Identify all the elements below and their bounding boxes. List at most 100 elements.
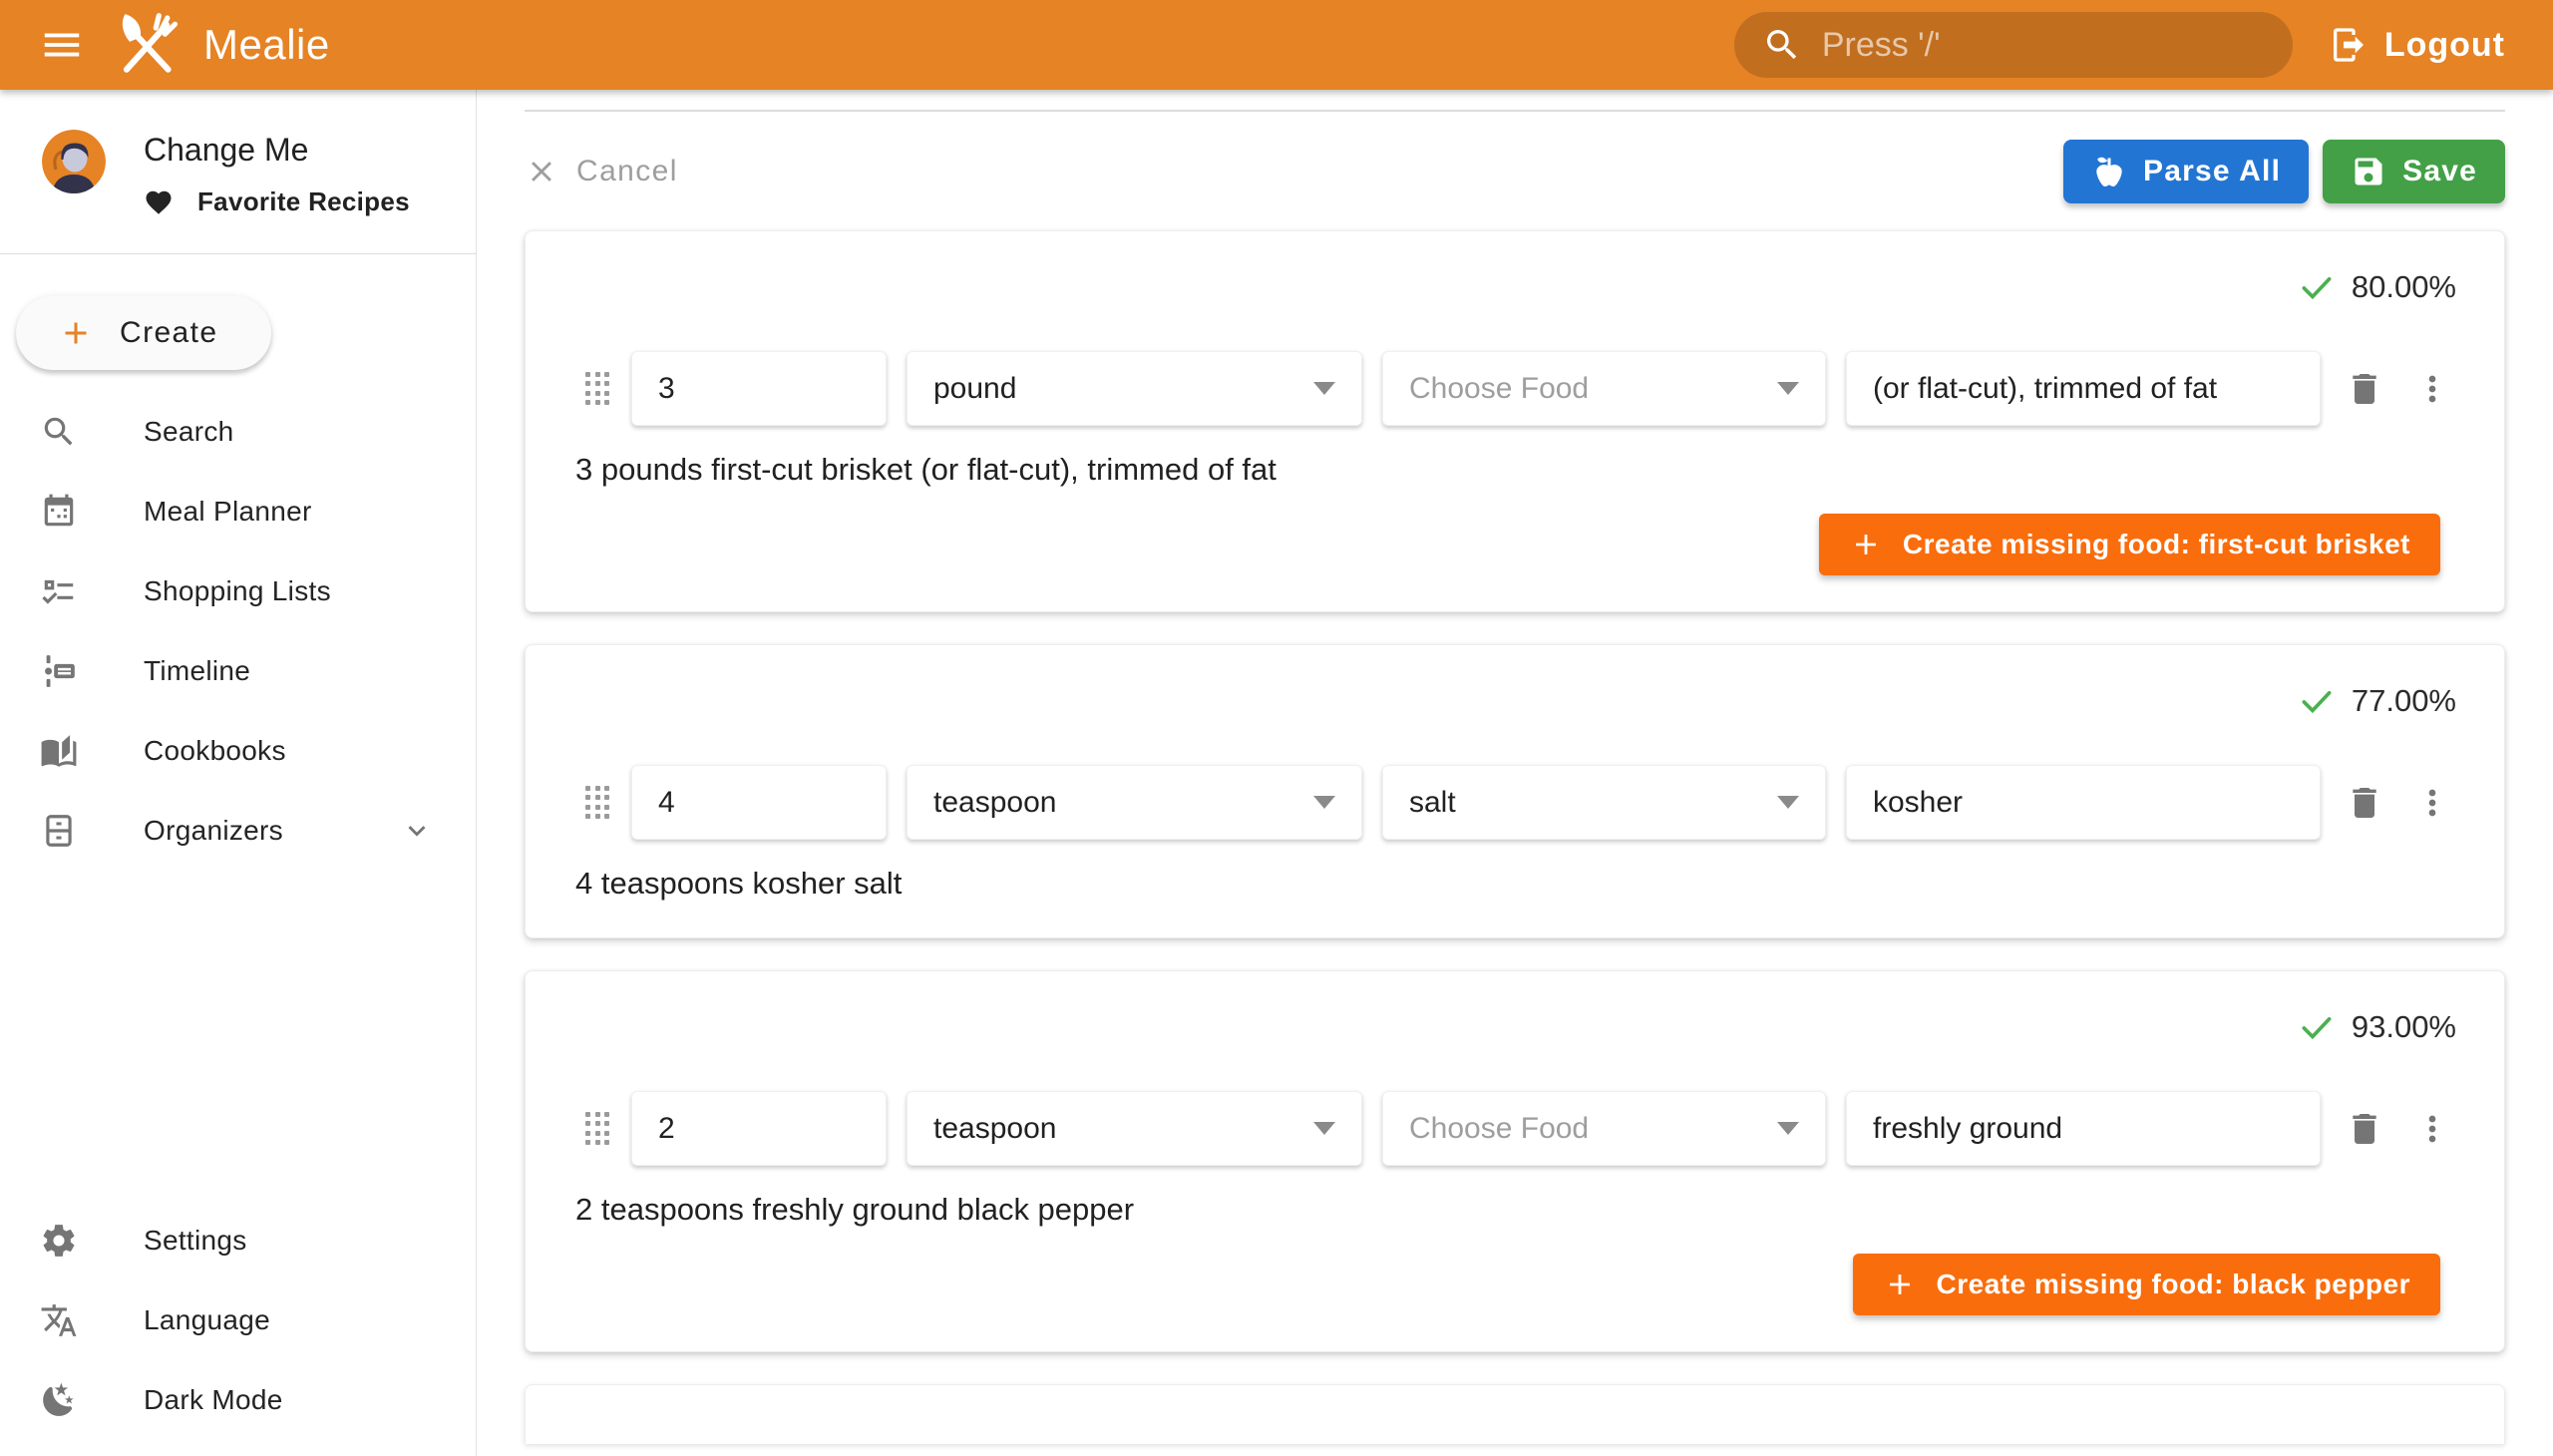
avatar[interactable] (42, 130, 106, 193)
favorite-recipes-label: Favorite Recipes (197, 186, 410, 217)
parse-all-button[interactable]: Parse All (2063, 140, 2309, 203)
note-input[interactable]: kosher (1846, 765, 2321, 840)
note-input[interactable]: (or flat-cut), trimmed of fat (1846, 351, 2321, 426)
food-select[interactable]: salt (1382, 765, 1826, 840)
confidence-row: 77.00% (573, 681, 2456, 721)
ingredient-list: 80.00% 3 pound Choose Food (or flat-cut)… (525, 230, 2505, 1444)
logout-label: Logout (2384, 26, 2505, 65)
mealie-logo-icon (110, 8, 183, 82)
ingredient-fields-row: 4 teaspoon salt kosher (573, 765, 2456, 840)
cancel-button[interactable]: Cancel (525, 155, 678, 188)
ingredient-card: 93.00% 2 teaspoon Choose Food freshly gr… (525, 970, 2505, 1352)
note-value: (or flat-cut), trimmed of fat (1873, 372, 2217, 406)
plus-icon (1849, 528, 1883, 561)
ingredient-card: 80.00% 3 pound Choose Food (or flat-cut)… (525, 230, 2505, 612)
gear-icon (40, 1222, 78, 1260)
confidence-value: 77.00% (2352, 683, 2456, 719)
sidebar-divider (0, 253, 476, 254)
unit-select[interactable]: teaspoon (907, 1091, 1362, 1166)
open-book-icon (40, 732, 78, 770)
menu-icon (39, 22, 85, 68)
sidebar-item-settings[interactable]: Settings (0, 1201, 476, 1280)
quantity-input[interactable]: 4 (631, 765, 887, 840)
unit-value: teaspoon (933, 786, 1056, 820)
logout-button[interactable]: Logout (2329, 25, 2505, 65)
parse-all-label: Parse All (2143, 155, 2281, 188)
drag-handle[interactable] (585, 786, 611, 820)
app-header: Mealie Press '/' Logout (0, 0, 2553, 90)
confidence-row: 93.00% (573, 1007, 2456, 1047)
heart-icon (144, 187, 174, 217)
note-input[interactable]: freshly ground (1846, 1091, 2321, 1166)
user-section: Change Me Favorite Recipes (0, 90, 476, 253)
delete-button[interactable] (2341, 775, 2388, 831)
save-label: Save (2402, 155, 2477, 188)
apple-icon (2091, 154, 2127, 189)
favorite-recipes-link[interactable]: Favorite Recipes (144, 186, 410, 217)
search-input[interactable]: Press '/' (1734, 12, 2293, 78)
quantity-input[interactable]: 2 (631, 1091, 887, 1166)
menu-down-icon (1777, 382, 1799, 395)
missing-food-row: Create missing food: first-cut brisket (573, 514, 2456, 575)
sidebar-bottom-nav: Settings Language Dark Mode (0, 1201, 476, 1440)
close-icon (525, 155, 558, 188)
check-icon (2298, 1008, 2336, 1046)
save-button[interactable]: Save (2323, 140, 2505, 203)
create-missing-food-button[interactable]: Create missing food: first-cut brisket (1819, 514, 2440, 575)
create-button[interactable]: Create (16, 296, 271, 370)
menu-down-icon (1777, 1122, 1799, 1135)
create-missing-food-button[interactable]: Create missing food: black pepper (1853, 1254, 2441, 1315)
sidebar-item-language[interactable]: Language (0, 1280, 476, 1360)
unit-value: pound (933, 372, 1016, 406)
sidebar-item-cookbooks[interactable]: Cookbooks (0, 711, 476, 791)
main-content: Cancel Parse All Save 80.00% 3 (477, 90, 2553, 1456)
kebab-icon (2412, 783, 2452, 823)
sidebar-item-organizers[interactable]: Organizers (0, 791, 476, 871)
magnify-icon (40, 413, 78, 451)
sidebar-nav: Search Meal Planner Shopping Lists Timel… (0, 392, 476, 871)
ingredient-fields-row: 3 pound Choose Food (or flat-cut), trimm… (573, 351, 2456, 426)
kebab-icon (2412, 369, 2452, 409)
unit-select[interactable]: pound (907, 351, 1362, 426)
menu-down-icon (1313, 796, 1335, 809)
drag-handle[interactable] (585, 372, 611, 406)
sidebar-item-dark-mode[interactable]: Dark Mode (0, 1360, 476, 1440)
user-name: Change Me (144, 132, 410, 169)
hamburger-menu-button[interactable] (30, 13, 94, 77)
search-icon (1762, 25, 1802, 65)
create-missing-food-label: Create missing food: first-cut brisket (1903, 529, 2410, 560)
unit-value: teaspoon (933, 1112, 1056, 1146)
sidebar-item-search[interactable]: Search (0, 392, 476, 472)
check-icon (2298, 682, 2336, 720)
quantity-input[interactable]: 3 (631, 351, 887, 426)
delete-button[interactable] (2341, 1101, 2388, 1157)
sidebar-item-shopping-lists[interactable]: Shopping Lists (0, 551, 476, 631)
original-ingredient-text: 2 teaspoons freshly ground black pepper (573, 1192, 2456, 1228)
original-ingredient-text: 3 pounds first-cut brisket (or flat-cut)… (573, 452, 2456, 488)
note-value: freshly ground (1873, 1112, 2062, 1146)
next-ingredient-card-peek (525, 1384, 2505, 1444)
food-select[interactable]: Choose Food (1382, 1091, 1826, 1166)
list-checks-icon (40, 572, 78, 610)
trash-icon (2345, 369, 2384, 409)
sidebar-item-timeline[interactable]: Timeline (0, 631, 476, 711)
menu-down-icon (1777, 796, 1799, 809)
sidebar-item-meal-planner[interactable]: Meal Planner (0, 472, 476, 551)
more-options-button[interactable] (2408, 361, 2456, 417)
more-options-button[interactable] (2408, 775, 2456, 831)
original-ingredient-text: 4 teaspoons kosher salt (573, 866, 2456, 902)
cabinet-icon (40, 812, 78, 850)
trash-icon (2345, 783, 2384, 823)
note-value: kosher (1873, 786, 1963, 820)
more-options-button[interactable] (2408, 1101, 2456, 1157)
food-select[interactable]: Choose Food (1382, 351, 1826, 426)
app-title: Mealie (203, 21, 330, 69)
quantity-value: 4 (658, 786, 675, 820)
delete-button[interactable] (2341, 361, 2388, 417)
drag-handle[interactable] (585, 1112, 611, 1146)
plus-icon (1883, 1268, 1917, 1301)
confidence-row: 80.00% (573, 267, 2456, 307)
plus-icon (58, 315, 94, 351)
unit-select[interactable]: teaspoon (907, 765, 1362, 840)
quantity-value: 2 (658, 1112, 675, 1146)
